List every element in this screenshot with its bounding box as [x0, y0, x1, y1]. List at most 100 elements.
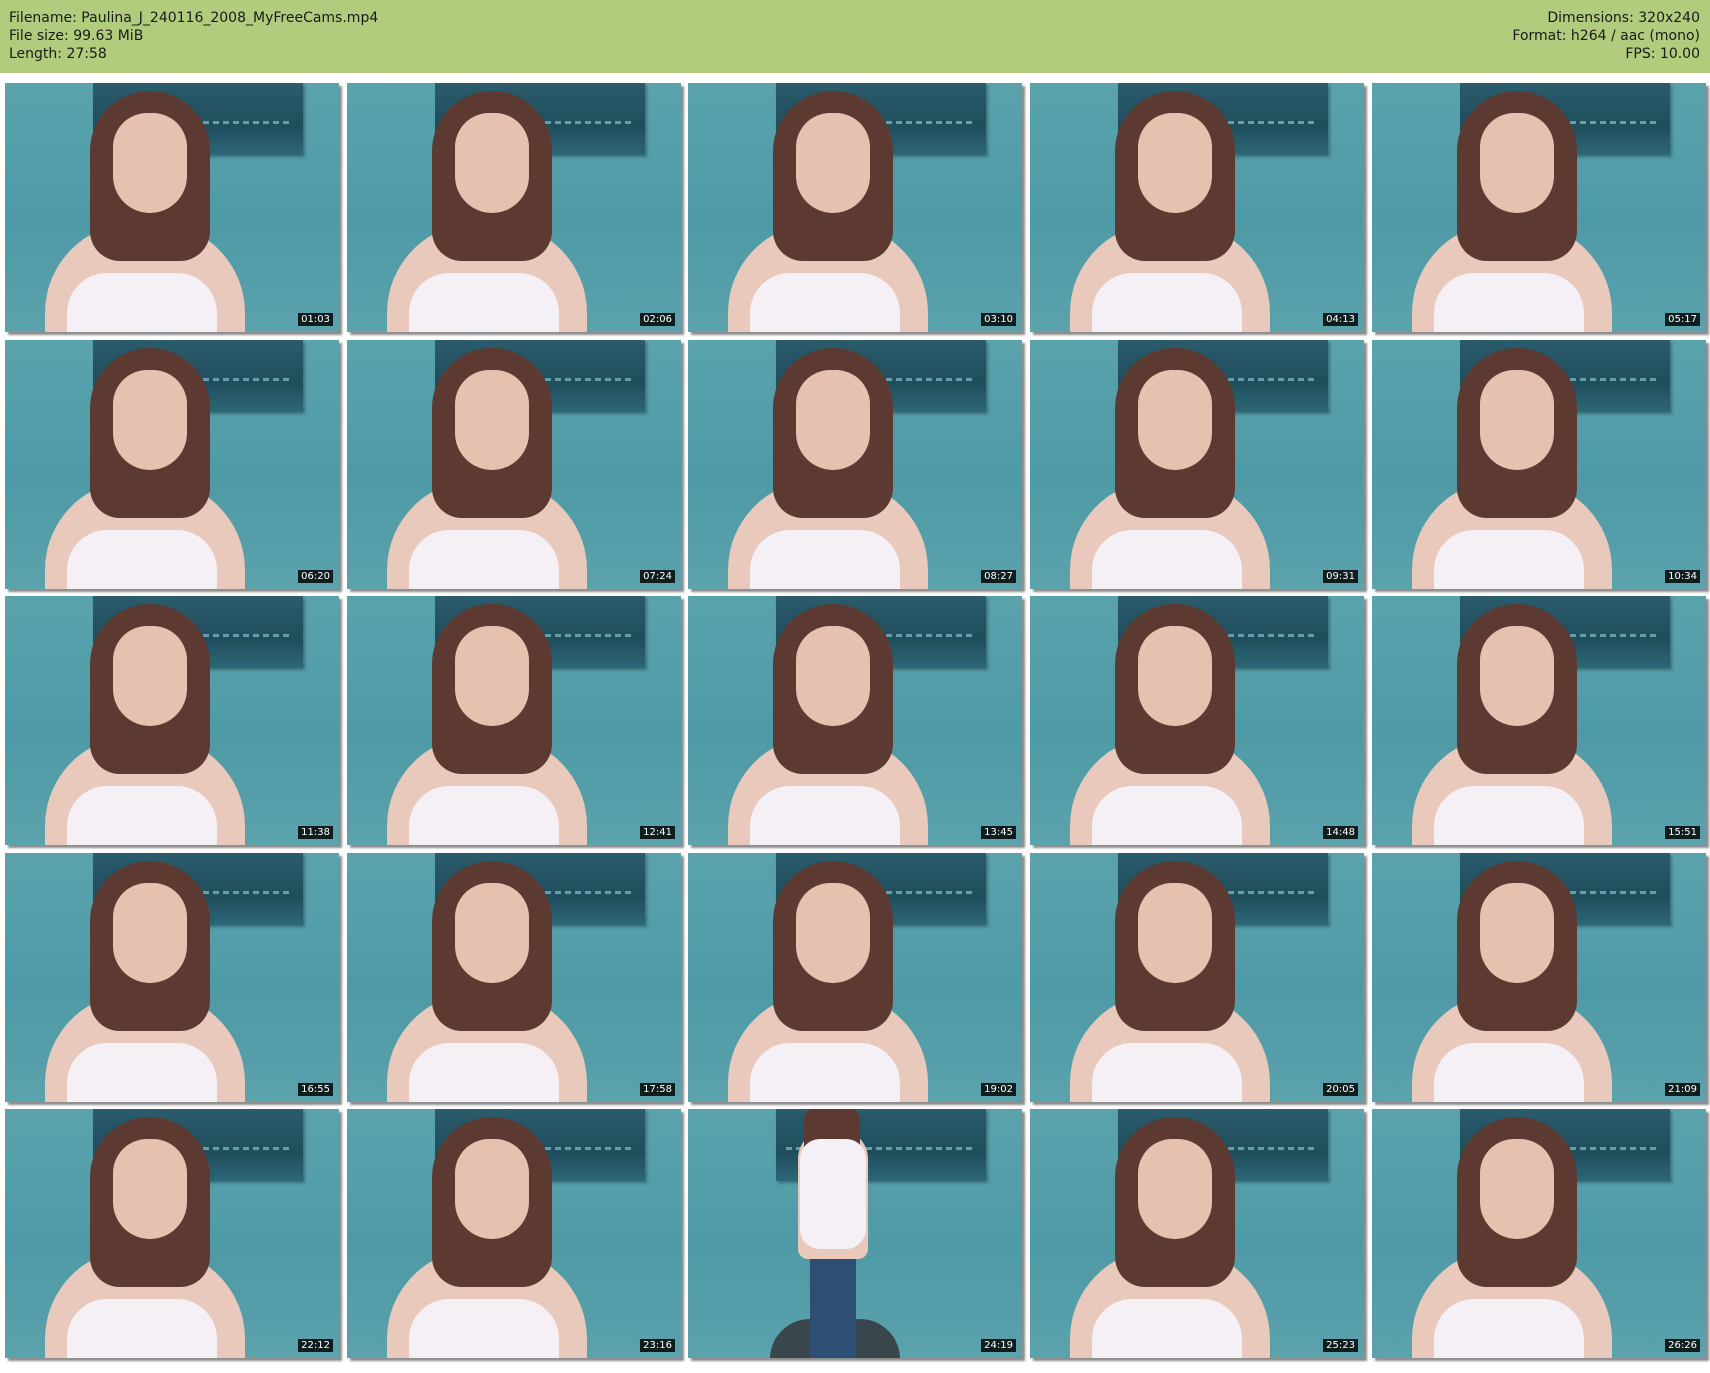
- timestamp-label: 04:13: [1323, 313, 1358, 326]
- person-face: [796, 113, 870, 213]
- video-thumbnail: 04:13: [1030, 83, 1364, 332]
- white-top: [1434, 1299, 1584, 1358]
- white-top: [409, 273, 559, 332]
- timestamp-label: 10:34: [1665, 570, 1700, 583]
- white-top: [67, 530, 217, 589]
- video-thumbnail: 22:12: [5, 1109, 339, 1358]
- white-top: [409, 1043, 559, 1102]
- person-face: [1138, 626, 1212, 726]
- person-face: [113, 883, 187, 983]
- timestamp-label: 24:19: [981, 1339, 1016, 1352]
- person-face: [1138, 883, 1212, 983]
- white-top: [409, 786, 559, 845]
- dimensions-line: Dimensions: 320x240: [1547, 10, 1700, 26]
- white-top: [409, 1299, 559, 1358]
- timestamp-label: 20:05: [1323, 1083, 1358, 1096]
- timestamp-label: 11:38: [298, 826, 333, 839]
- person-face: [1480, 1139, 1554, 1239]
- timestamp-label: 25:23: [1323, 1339, 1358, 1352]
- fps-line: FPS: 10.00: [1625, 46, 1700, 62]
- white-top: [1092, 530, 1242, 589]
- file-size-line: File size: 99.63 MiB: [9, 28, 144, 44]
- video-thumbnail: 13:45: [688, 596, 1022, 845]
- white-top: [1092, 1299, 1242, 1358]
- jeans: [810, 1259, 856, 1358]
- white-top: [750, 273, 900, 332]
- person-face: [796, 626, 870, 726]
- video-thumbnail: 17:58: [347, 853, 681, 1102]
- person-face: [113, 1139, 187, 1239]
- video-thumbnail: 24:19: [688, 1109, 1022, 1358]
- timestamp-label: 16:55: [298, 1083, 333, 1096]
- person-face: [1480, 370, 1554, 470]
- person-face: [113, 113, 187, 213]
- white-top: [750, 1043, 900, 1102]
- video-thumbnail: 08:27: [688, 340, 1022, 589]
- video-thumbnail: 05:17: [1372, 83, 1706, 332]
- length-line: Length: 27:58: [9, 46, 107, 62]
- video-thumbnail: 19:02: [688, 853, 1022, 1102]
- person-face: [796, 370, 870, 470]
- timestamp-label: 21:09: [1665, 1083, 1700, 1096]
- timestamp-label: 09:31: [1323, 570, 1358, 583]
- white-top: [1092, 273, 1242, 332]
- timestamp-label: 13:45: [981, 826, 1016, 839]
- file-info: Filename: Paulina_J_240116_2008_MyFreeCa…: [9, 9, 378, 63]
- video-thumbnail: 16:55: [5, 853, 339, 1102]
- person-face: [1138, 370, 1212, 470]
- timestamp-label: 17:58: [640, 1083, 675, 1096]
- white-top: [1434, 1043, 1584, 1102]
- video-thumbnail: 11:38: [5, 596, 339, 845]
- timestamp-label: 01:03: [298, 313, 333, 326]
- white-top: [800, 1139, 866, 1249]
- person-face: [1480, 883, 1554, 983]
- person-face: [455, 626, 529, 726]
- white-top: [1434, 273, 1584, 332]
- video-thumbnail: 02:06: [347, 83, 681, 332]
- video-thumbnail: 20:05: [1030, 853, 1364, 1102]
- timestamp-label: 26:26: [1665, 1339, 1700, 1352]
- thumbnail-grid: 01:03 02:06 03:10 04:13 05:17 06:20 07:24 08:27…: [5, 83, 1710, 1373]
- timestamp-label: 19:02: [981, 1083, 1016, 1096]
- video-thumbnail: 21:09: [1372, 853, 1706, 1102]
- white-top: [67, 273, 217, 332]
- video-thumbnail: 03:10: [688, 83, 1022, 332]
- stream-info: Dimensions: 320x240 Format: h264 / aac (…: [1512, 9, 1700, 63]
- white-top: [67, 1043, 217, 1102]
- video-thumbnail: 14:48: [1030, 596, 1364, 845]
- timestamp-label: 15:51: [1665, 826, 1700, 839]
- white-top: [409, 530, 559, 589]
- timestamp-label: 14:48: [1323, 826, 1358, 839]
- video-thumbnail: 26:26: [1372, 1109, 1706, 1358]
- white-top: [750, 530, 900, 589]
- person-face: [455, 113, 529, 213]
- video-thumbnail: 09:31: [1030, 340, 1364, 589]
- video-thumbnail: 06:20: [5, 340, 339, 589]
- video-thumbnail: 25:23: [1030, 1109, 1364, 1358]
- person-face: [455, 883, 529, 983]
- person-face: [1480, 626, 1554, 726]
- white-top: [1434, 530, 1584, 589]
- timestamp-label: 12:41: [640, 826, 675, 839]
- person-face: [455, 1139, 529, 1239]
- person-face: [1138, 1139, 1212, 1239]
- person-face: [113, 626, 187, 726]
- timestamp-label: 07:24: [640, 570, 675, 583]
- person-face: [113, 370, 187, 470]
- white-top: [750, 786, 900, 845]
- person-face: [455, 370, 529, 470]
- video-thumbnail: 07:24: [347, 340, 681, 589]
- video-thumbnail: 12:41: [347, 596, 681, 845]
- white-top: [1092, 786, 1242, 845]
- white-top: [1434, 786, 1584, 845]
- format-line: Format: h264 / aac (mono): [1512, 28, 1700, 44]
- person-face: [1138, 113, 1212, 213]
- timestamp-label: 02:06: [640, 313, 675, 326]
- video-thumbnail: 01:03: [5, 83, 339, 332]
- filename-line: Filename: Paulina_J_240116_2008_MyFreeCa…: [9, 10, 379, 26]
- timestamp-label: 06:20: [298, 570, 333, 583]
- person-face: [796, 883, 870, 983]
- white-top: [67, 786, 217, 845]
- timestamp-label: 03:10: [981, 313, 1016, 326]
- white-top: [1092, 1043, 1242, 1102]
